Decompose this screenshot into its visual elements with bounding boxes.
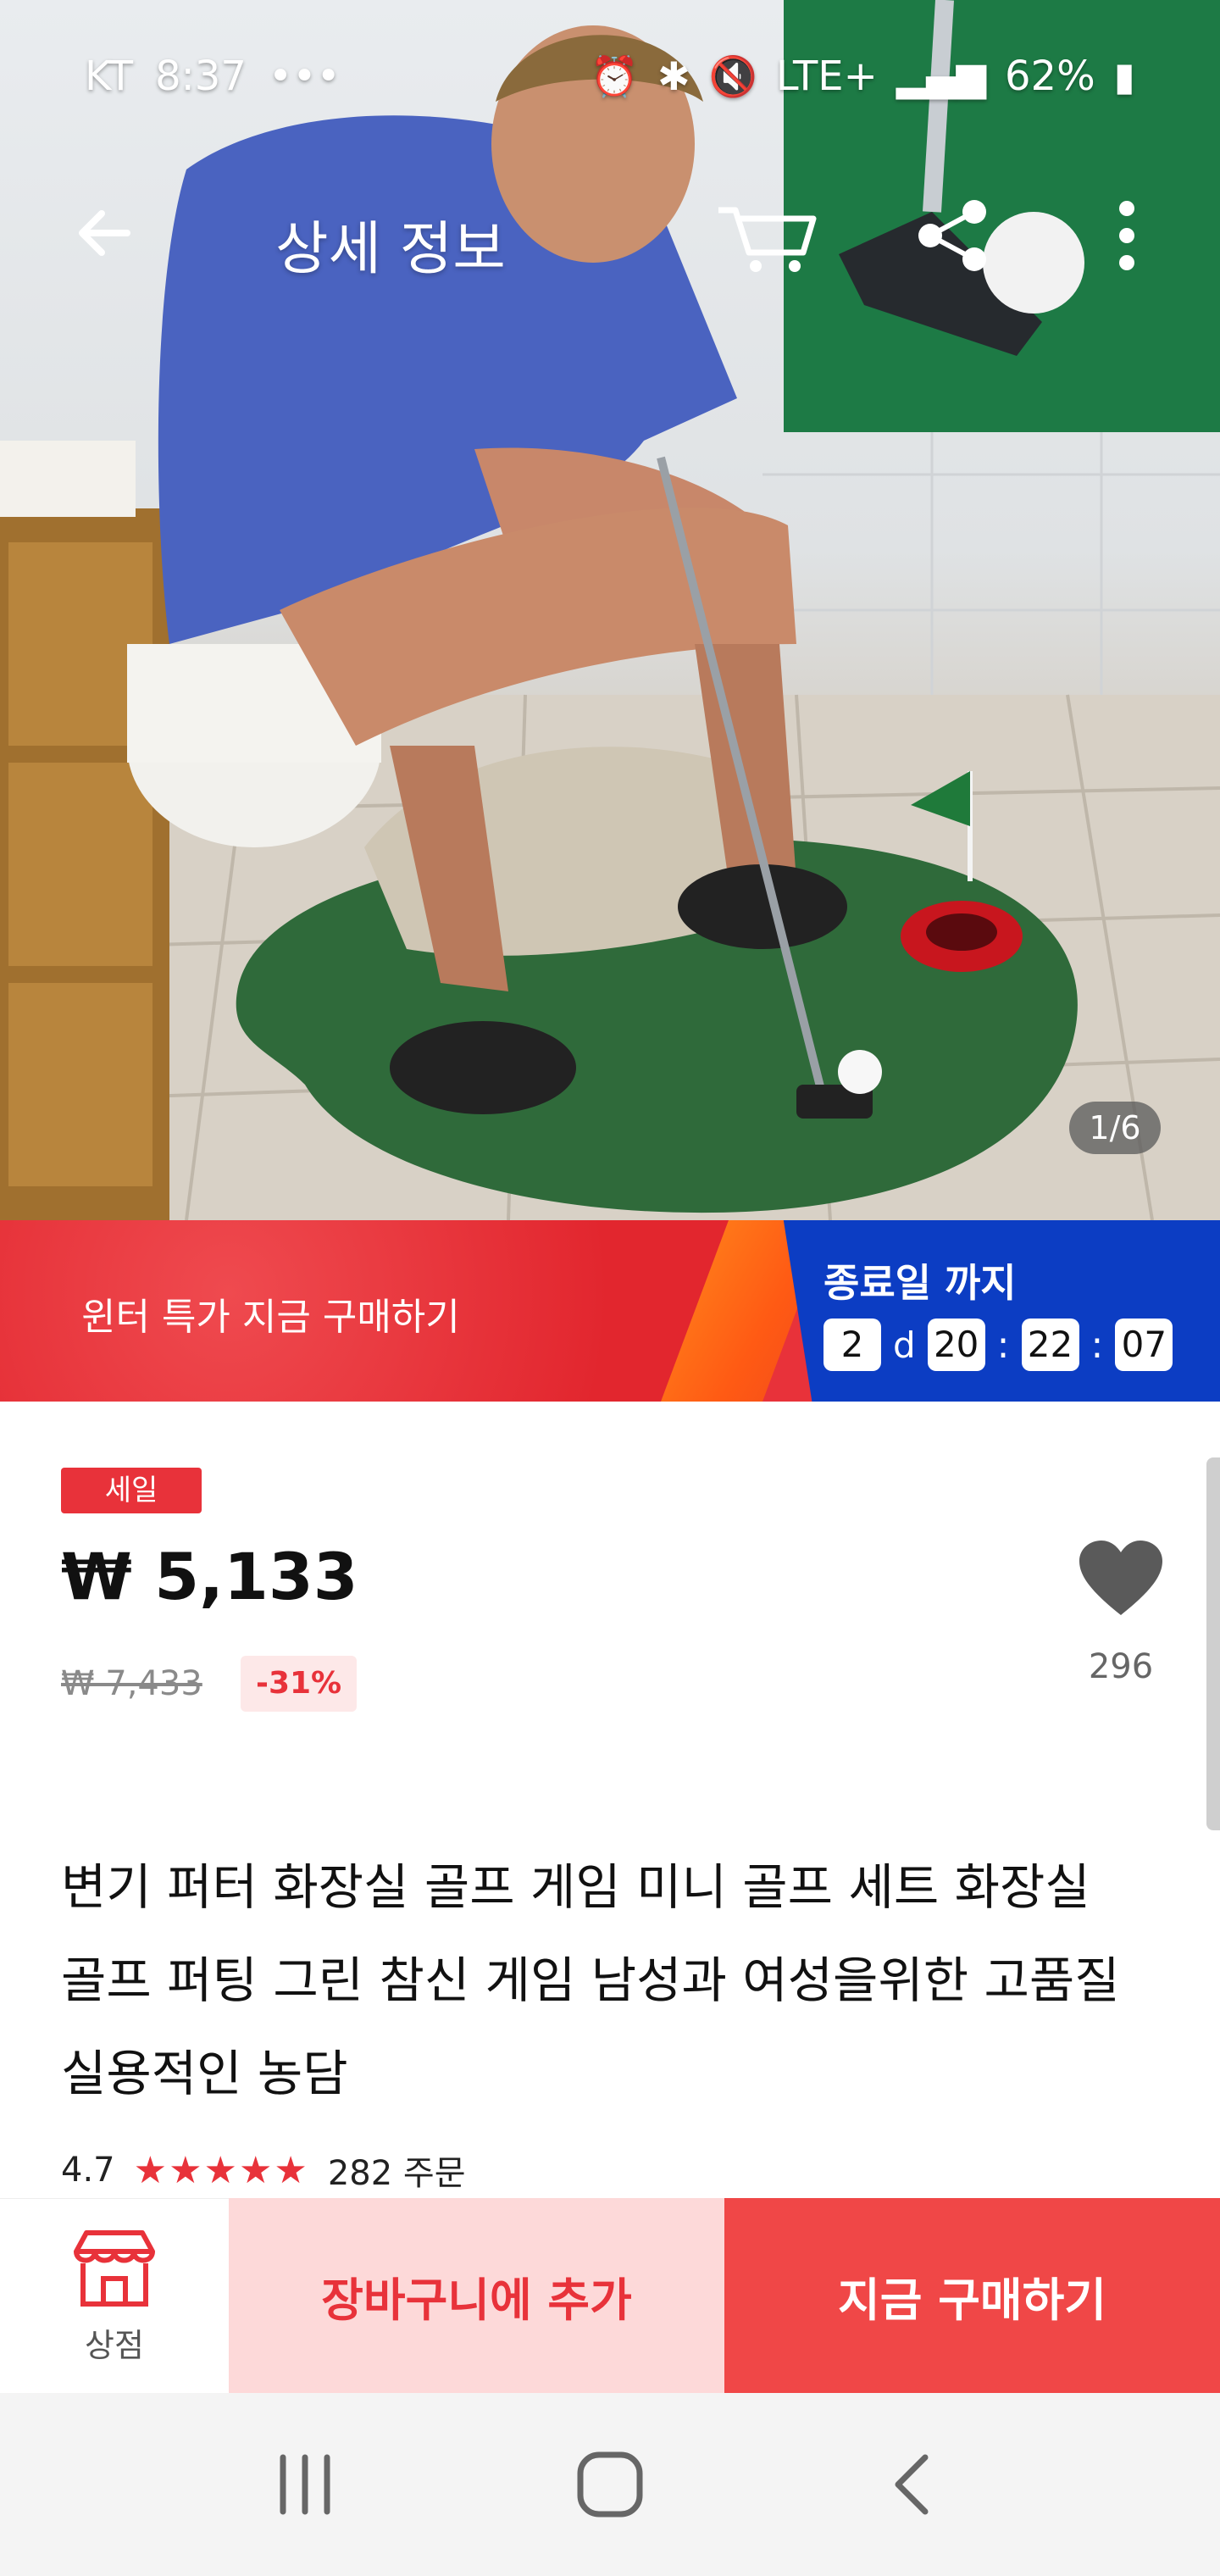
- status-bar: KT 8:37 ••• ⏰ ✱ 🔇 LTE+ ▂▄▆ 62% ▮: [0, 34, 1220, 119]
- clock: 8:37: [155, 53, 247, 100]
- signal-icon: ▂▄▆: [896, 53, 986, 99]
- store-button[interactable]: 상점: [0, 2198, 229, 2393]
- add-to-cart-button[interactable]: 장바구니에 추가: [229, 2198, 724, 2393]
- star-rating-icon: ★★★★★: [133, 2148, 309, 2192]
- countdown-seconds: 07: [1115, 1319, 1173, 1371]
- wishlist-count: 296: [1088, 1647, 1154, 1686]
- sale-badge: 세일: [61, 1468, 202, 1513]
- product-info: 세일 ₩ 5,133 ₩ 7,433 -31% 296 변기 퍼터 화장실 골프…: [0, 1402, 1220, 2198]
- system-navigation-bar: [0, 2393, 1220, 2576]
- product-title: 변기 퍼터 화장실 골프 게임 미니 골프 세트 화장실 골프 퍼팅 그린 참신…: [61, 1858, 1120, 2102]
- buy-now-button[interactable]: 지금 구매하기: [724, 2198, 1220, 2393]
- page-title: 상세 정보: [275, 216, 506, 283]
- countdown-separator: :: [996, 1323, 1010, 1367]
- countdown-days: 2: [824, 1319, 881, 1371]
- order-count: 282 주문: [327, 2154, 466, 2193]
- top-nav: 상세 정보: [0, 178, 1220, 288]
- countdown-label: 종료일 까지: [824, 1260, 1017, 1306]
- home-icon[interactable]: [559, 2434, 661, 2535]
- countdown-minutes: 22: [1021, 1319, 1079, 1371]
- promo-banner[interactable]: 윈터 특가 지금 구매하기 종료일 까지 2 d 20 : 22 : 07: [0, 1220, 1220, 1402]
- discount-badge: -31%: [241, 1656, 358, 1712]
- share-icon[interactable]: [907, 193, 1000, 278]
- product-image-gallery[interactable]: KT 8:37 ••• ⏰ ✱ 🔇 LTE+ ▂▄▆ 62% ▮ 상세 정보 1…: [0, 0, 1220, 1220]
- countdown-hours: 20: [927, 1319, 985, 1371]
- battery-label: 62%: [1004, 53, 1095, 100]
- store-icon: [74, 2230, 155, 2307]
- more-vertical-icon[interactable]: [1093, 193, 1161, 278]
- image-counter: 1/6: [1069, 1102, 1161, 1154]
- alarm-icon: ⏰: [590, 53, 640, 99]
- network-label: LTE+: [775, 53, 878, 100]
- rating-row[interactable]: 4.7 ★★★★★ 282 주문: [61, 2146, 466, 2195]
- original-price: ₩ 7,433: [61, 1664, 202, 1703]
- carrier-label: KT: [85, 53, 134, 100]
- cart-icon[interactable]: [712, 193, 822, 278]
- rating-value: 4.7: [61, 2151, 115, 2190]
- promo-text: 윈터 특가 지금 구매하기: [81, 1296, 460, 1339]
- heart-icon[interactable]: [1074, 1537, 1167, 1622]
- bottom-action-bar: 상점 장바구니에 추가 지금 구매하기: [0, 2198, 1220, 2393]
- bluetooth-icon: ✱: [657, 53, 690, 99]
- sale-price: ₩ 5,133: [61, 1539, 358, 1614]
- notification-dots: •••: [268, 53, 341, 100]
- countdown-day-unit: d: [893, 1324, 916, 1366]
- store-label: 상점: [85, 2327, 144, 2364]
- back-arrow-icon[interactable]: [68, 195, 144, 271]
- countdown-separator: :: [1090, 1323, 1104, 1367]
- scroll-indicator[interactable]: [1206, 1457, 1220, 1830]
- battery-icon: ▮: [1113, 53, 1135, 99]
- system-back-icon[interactable]: [864, 2434, 966, 2535]
- mute-icon: 🔇: [708, 53, 757, 99]
- promo-blue-panel: [783, 1220, 1220, 1402]
- recent-apps-icon[interactable]: [254, 2434, 356, 2535]
- countdown-timer: 2 d 20 : 22 : 07: [824, 1319, 1173, 1371]
